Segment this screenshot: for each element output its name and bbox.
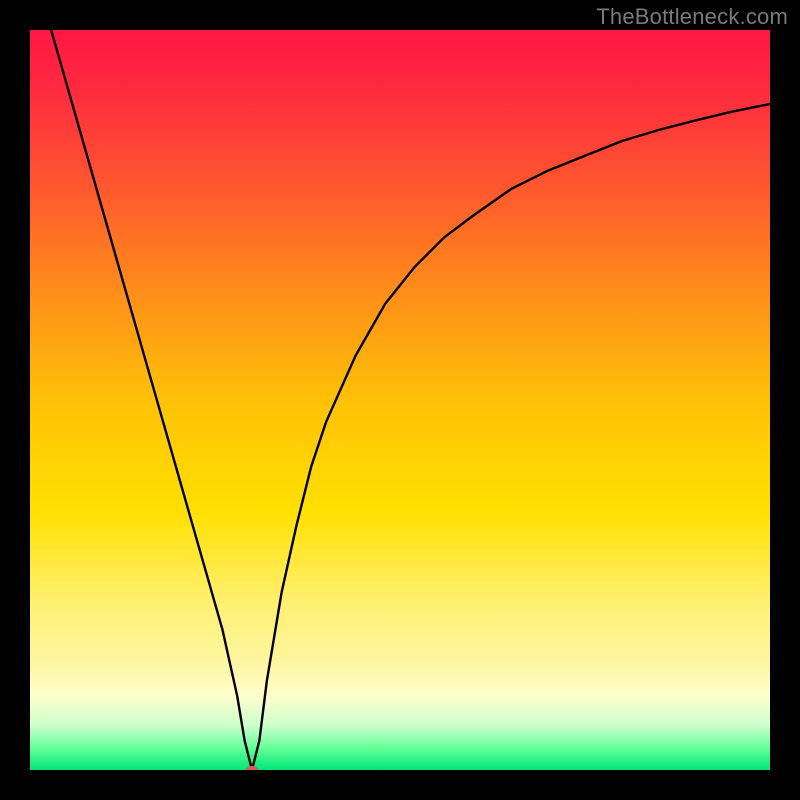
chart-svg	[30, 30, 770, 770]
plot-area	[30, 30, 770, 770]
watermark-text: TheBottleneck.com	[596, 4, 788, 30]
chart-frame: TheBottleneck.com	[0, 0, 800, 800]
gradient-background	[30, 30, 770, 770]
